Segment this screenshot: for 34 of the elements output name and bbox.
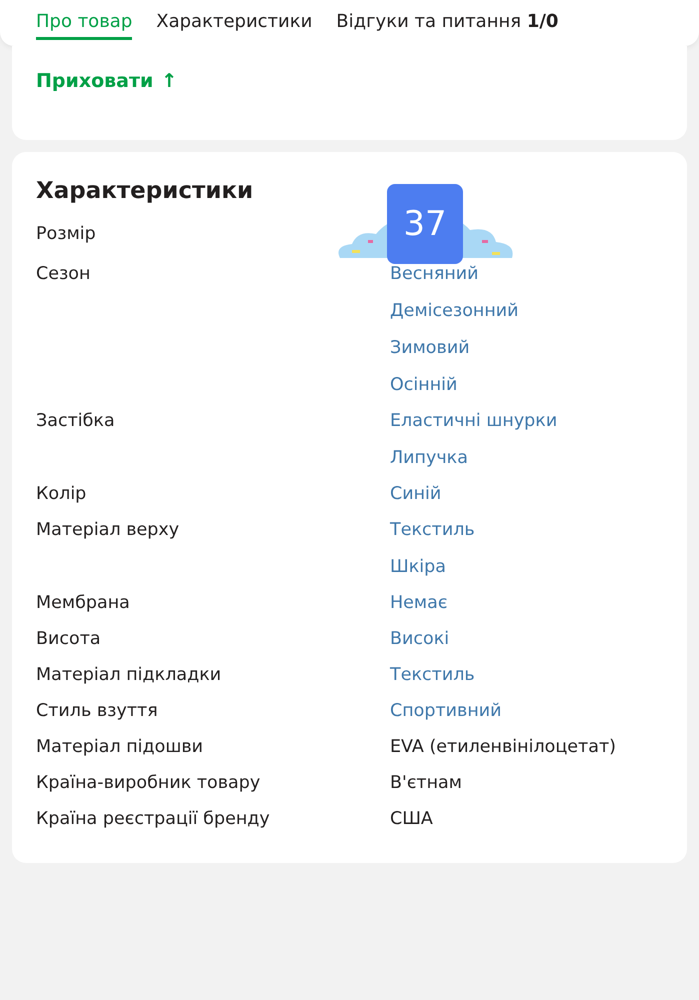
spec-value-link[interactable]: Високі: [390, 629, 450, 649]
spec-value-link[interactable]: Осінній: [390, 375, 458, 395]
spec-value-link[interactable]: Зимовий: [390, 338, 470, 358]
spec-value-link[interactable]: Текстиль: [390, 520, 475, 540]
size-badge: 37: [387, 184, 463, 264]
spec-label: Матеріал підкладки: [36, 665, 222, 685]
spec-value: EVA (етиленвінілоцетат): [390, 737, 616, 757]
hide-link[interactable]: Приховати ↑: [36, 70, 178, 92]
spec-value-link[interactable]: Спортивний: [390, 701, 502, 721]
spec-value-link[interactable]: Липучка: [390, 448, 468, 468]
spec-label: Сезон: [36, 264, 92, 286]
spec-label: Країна-виробник товару: [36, 773, 262, 793]
spec-value-link[interactable]: Шкіра: [390, 557, 446, 577]
tab[interactable]: Відгуки та питання 1/0: [336, 0, 558, 40]
spec-value: В'єтнам: [390, 773, 462, 793]
spec-label: Розмір: [36, 224, 97, 246]
spec-value-link[interactable]: Синій: [390, 484, 442, 504]
tab[interactable]: Про товар: [36, 0, 132, 40]
spec-label: Матеріал верху: [36, 520, 180, 542]
spec-value-link[interactable]: Демісезонний: [390, 301, 519, 321]
spec-label: Мембрана: [36, 593, 131, 613]
spec-value-link[interactable]: Еластичні шнурки: [390, 411, 558, 431]
section-title: Характеристики: [36, 178, 254, 204]
spec-value-link[interactable]: Весняний: [390, 264, 479, 284]
spec-value: США: [390, 809, 433, 829]
spec-label: Стиль взуття: [36, 701, 159, 721]
spec-label: Застібка: [36, 411, 116, 433]
spec-label: Висота: [36, 629, 102, 649]
spec-value-link[interactable]: Немає: [390, 593, 448, 613]
spec-label: Матеріал підошви: [36, 737, 204, 757]
spec-label: Колір: [36, 484, 88, 504]
spec-label: Країна реєстрації бренду: [36, 809, 271, 829]
spec-value-link[interactable]: Текстиль: [390, 665, 475, 685]
tab[interactable]: Характеристики: [156, 0, 312, 40]
